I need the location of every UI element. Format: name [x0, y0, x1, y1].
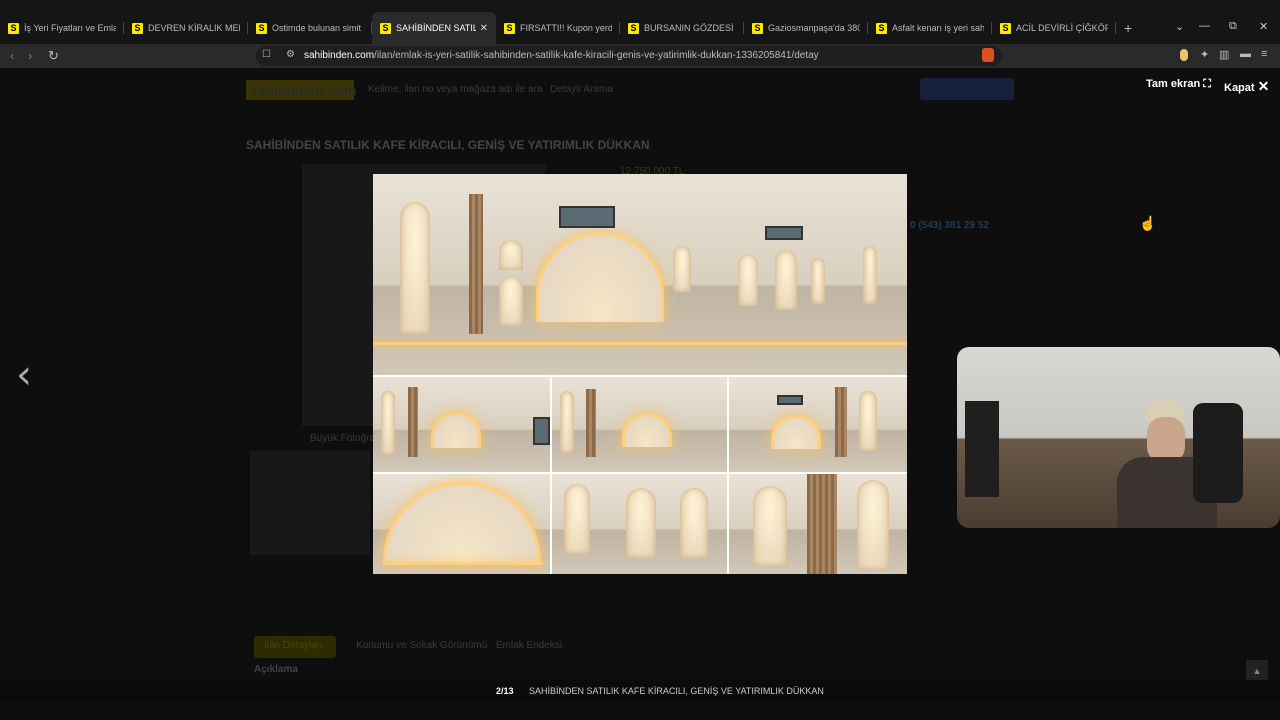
- tab-5[interactable]: S BURSANIN GÖZDESİ DEV: [620, 12, 744, 44]
- tab-label: Ostimde bulunan simit ca: [272, 23, 364, 33]
- tab-0[interactable]: S İş Yeri Fiyatları ve Emlak İl: [0, 12, 124, 44]
- mic-arm-shape: [965, 401, 999, 497]
- brave-shield-icon[interactable]: [982, 48, 994, 62]
- tab-label: DEVREN KİRALIK MERKEZ: [148, 23, 240, 33]
- photo-counter-value: 2/13: [496, 686, 514, 696]
- tab-strip: S İş Yeri Fiyatları ve Emlak İl S DEVREN Kİ…: [0, 12, 1116, 44]
- thumb-photo-1[interactable]: [373, 377, 550, 472]
- sahibinden-favicon-icon: S: [380, 22, 391, 34]
- close-window-button[interactable]: ✕: [1259, 20, 1268, 33]
- tab-label: Asfalt kenarı iş yeri sahib: [892, 23, 984, 33]
- previous-photo-icon[interactable]: ‹: [16, 352, 32, 398]
- minimize-button[interactable]: —: [1199, 20, 1210, 32]
- tab-2[interactable]: S Ostimde bulunan simit ca: [248, 12, 372, 44]
- sahibinden-favicon-icon: S: [1000, 22, 1011, 34]
- mouse-cursor-icon: ☝: [1139, 215, 1157, 231]
- fullscreen-icon: ⛶: [1203, 78, 1211, 90]
- tab-3[interactable]: S SAHİBİNDEN SATILIK ✕: [372, 12, 496, 44]
- tab-separator: [1115, 22, 1116, 34]
- big-photo-link[interactable]: Büyük Fotoğraf: [310, 433, 378, 444]
- tab-label: FIRSATTI!! Kupon yerde b: [520, 23, 612, 33]
- puzzle-icon[interactable]: ✦: [1200, 48, 1209, 61]
- photo-counter: 2/13: [496, 686, 514, 696]
- wallet-icon[interactable]: ▬: [1240, 48, 1251, 60]
- tab-8[interactable]: S ACİL DEVİRLİ ÇİĞKÖFTE S: [992, 12, 1116, 44]
- site-info-icon[interactable]: ⚙: [286, 49, 295, 60]
- url-path: /ilan/emlak-is-yeri-satilik-sahibinden-s…: [374, 50, 819, 61]
- hero-photo[interactable]: [373, 174, 907, 375]
- reload-icon[interactable]: ↻: [48, 48, 59, 64]
- url-field[interactable]: ☐ ⚙ sahibinden.com/ilan/emlak-is-yeri-sa…: [256, 46, 1002, 66]
- thumb-photo-5[interactable]: [552, 474, 727, 574]
- tab-label: BURSANIN GÖZDESİ DEV: [644, 23, 736, 33]
- search-input[interactable]: Kelime, ilan no veya mağaza adı ile ara: [368, 84, 543, 95]
- browser-tab-bar: S İş Yeri Fiyatları ve Emlak İl S DEVREN Kİ…: [0, 0, 1280, 44]
- description-heading: Açıklama: [254, 664, 298, 675]
- sahibinden-favicon-icon: S: [132, 22, 143, 34]
- restore-button[interactable]: ⧉: [1229, 20, 1237, 33]
- tab-list-icon[interactable]: ⌄: [1175, 20, 1184, 33]
- close-icon: ✕: [1257, 78, 1270, 94]
- listing-title: SAHİBİNDEN SATILIK KAFE KİRACILI, GENİŞ …: [246, 138, 650, 152]
- chair-shape: [1193, 403, 1243, 503]
- sahibinden-favicon-icon: S: [8, 22, 19, 34]
- close-label: Kapat: [1224, 82, 1255, 94]
- address-bar: ‹ › ↻ ☐ ⚙ sahibinden.com/ilan/emlak-is-y…: [0, 44, 1280, 68]
- site-logo: sahibinden.com: [246, 80, 357, 100]
- tab-label: Gaziosmanpaşa'da 380 m: [768, 23, 860, 33]
- url-domain: sahibinden.com: [304, 50, 375, 61]
- new-tab-button[interactable]: +: [1124, 20, 1132, 36]
- tab-label: SAHİBİNDEN SATILIK: [396, 23, 476, 33]
- photo-caption: SAHİBİNDEN SATILIK KAFE KİRACILI, GENİŞ …: [529, 686, 824, 696]
- tab-location[interactable]: Konumu ve Sokak Görünümü: [356, 640, 487, 651]
- sahibinden-favicon-icon: S: [256, 22, 267, 34]
- close-lightbox-button[interactable]: Kapat ✕: [1224, 78, 1269, 95]
- thumb-photo-6[interactable]: [729, 474, 907, 574]
- menu-icon[interactable]: ≡: [1261, 48, 1267, 60]
- sidebar-icon[interactable]: ▥: [1219, 48, 1229, 61]
- tab-4[interactable]: S FIRSATTI!! Kupon yerde b: [496, 12, 620, 44]
- tab-label: İş Yeri Fiyatları ve Emlak İl: [24, 23, 116, 33]
- scroll-top-button[interactable]: ▲: [1246, 660, 1268, 682]
- seller-phone: 0 (543) 381 29 52: [910, 220, 989, 231]
- tab-listing-details-label: İlan Detayları: [264, 640, 323, 651]
- tab-label: ACİL DEVİRLİ ÇİĞKÖFTE S: [1016, 23, 1108, 33]
- fullscreen-button[interactable]: Tam ekran ⛶: [1146, 78, 1211, 91]
- sahibinden-favicon-icon: S: [628, 22, 639, 34]
- tab-6[interactable]: S Gaziosmanpaşa'da 380 m: [744, 12, 868, 44]
- sahibinden-favicon-icon: S: [504, 22, 515, 34]
- forward-icon[interactable]: ›: [28, 48, 32, 63]
- thumb-photo-3[interactable]: [729, 377, 907, 472]
- detailed-search-link[interactable]: Detaylı Arama: [550, 84, 613, 95]
- fullscreen-label: Tam ekran: [1146, 78, 1201, 90]
- extension-icon[interactable]: [1180, 49, 1188, 61]
- tab-1[interactable]: S DEVREN KİRALIK MERKEZ: [124, 12, 248, 44]
- sahibinden-favicon-icon: S: [876, 22, 887, 34]
- bookmark-icon[interactable]: ☐: [262, 49, 271, 60]
- tab-7[interactable]: S Asfalt kenarı iş yeri sahib: [868, 12, 992, 44]
- back-icon[interactable]: ‹: [10, 48, 14, 63]
- tab-real-estate-index[interactable]: Emlak Endeksi: [496, 640, 562, 651]
- thumb-photo-4[interactable]: [373, 474, 550, 574]
- photo-gallery[interactable]: [373, 174, 907, 574]
- thumb-photo-2[interactable]: [552, 377, 727, 472]
- post-ad-button[interactable]: [920, 78, 1014, 100]
- close-tab-icon[interactable]: ✕: [480, 23, 488, 34]
- thumbnail-grid[interactable]: [250, 451, 370, 555]
- sahibinden-favicon-icon: S: [752, 22, 763, 34]
- webcam-overlay: [957, 347, 1280, 528]
